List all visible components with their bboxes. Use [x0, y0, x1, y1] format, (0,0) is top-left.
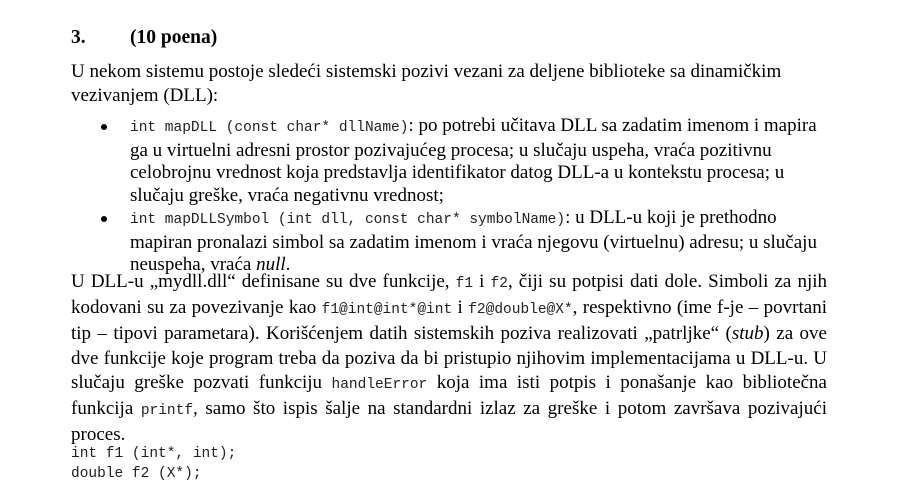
stub-term: stub [731, 323, 764, 345]
syscall-list: int mapDLL (const char* dllName): po pot… [71, 115, 827, 277]
code-line: int f1 (int*, int); [71, 446, 237, 462]
mangled-symbol: f2@double@X* [468, 302, 573, 319]
task-text: U DLL-u „mydll.dll“ definisane su dve fu… [71, 271, 456, 292]
syscall-signature: int mapDLL (const char* dllName) [130, 120, 409, 136]
bullet-icon [101, 216, 107, 222]
syscall-signature: int mapDLLSymbol (int dll, const char* s… [130, 212, 566, 228]
function-name: f2 [490, 276, 508, 292]
syscall-item-mapdllsymbol: int mapDLLSymbol (int dll, const char* s… [71, 207, 827, 277]
problem-heading: 3. (10 poena) [71, 27, 217, 49]
syscall-item-mapdll: int mapDLL (const char* dllName): po pot… [71, 115, 827, 207]
problem-points: (10 poena) [130, 27, 218, 48]
task-paragraph: U DLL-u „mydll.dll“ definisane su dve fu… [71, 270, 827, 447]
code-line: double f2 (X*); [71, 465, 202, 482]
mangled-symbol: f1@int@int*@int [321, 302, 453, 319]
bullet-icon [101, 124, 107, 130]
handle-error-name: handleError [331, 376, 428, 393]
function-name: f1 [455, 276, 474, 292]
task-text: i [452, 297, 469, 319]
problem-number: 3. [71, 27, 86, 48]
printf-name: printf [140, 403, 194, 420]
intro-paragraph: U nekom sistemu postoje sledeći sistemsk… [71, 61, 782, 107]
task-text: i [473, 271, 491, 292]
code-block: int f1 (int*, int); double f2 (X*); [71, 445, 236, 484]
